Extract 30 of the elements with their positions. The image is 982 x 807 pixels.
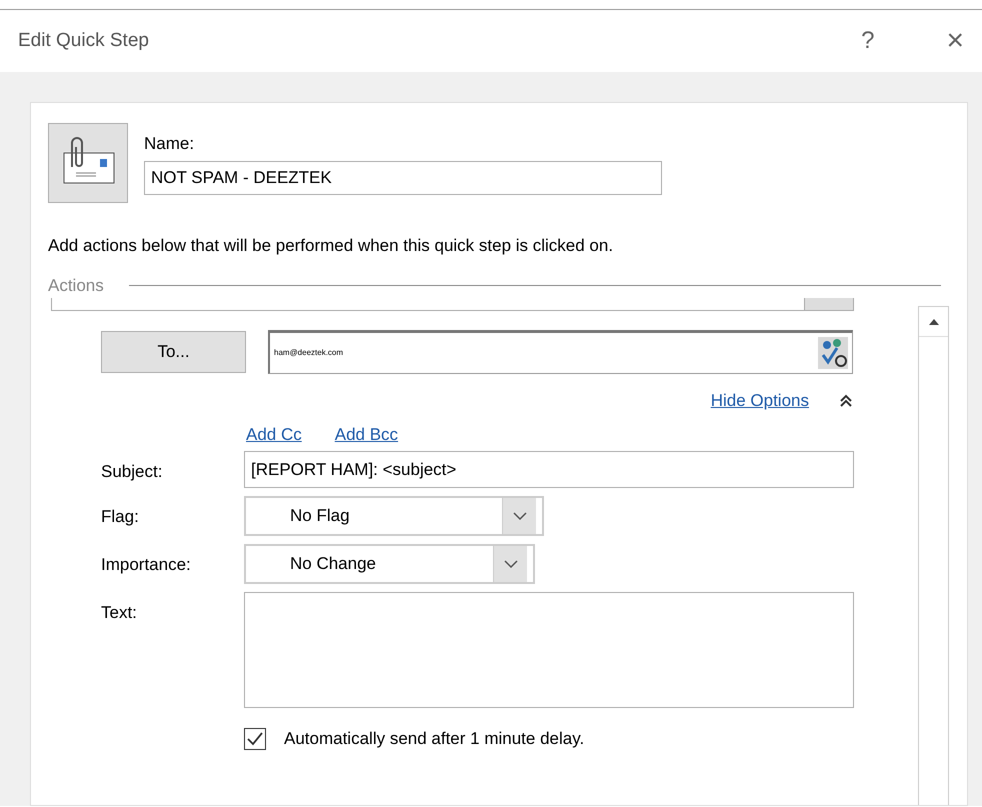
dropdown-field[interactable]: No Flag [244,496,544,536]
subject-field[interactable]: [REPORT HAM]: <subject> [244,451,854,488]
dropdown-value: No Change [290,553,376,576]
to-button[interactable]: To... [101,331,246,373]
dropdown-field[interactable]: No Change [244,544,535,584]
checkbox[interactable] [244,728,266,750]
checkbox-label: Automatically send after 1 minute delay. [284,728,584,750]
recipient-text: ham@deeztek.com [274,347,344,359]
dropdown-field[interactable] [51,298,854,311]
name-field[interactable]: NOT SPAM - DEEZTEK [144,160,662,194]
window-title: Edit Quick Step [18,28,149,53]
collapse-icon[interactable] [839,394,853,408]
field-label: Text: [101,602,138,624]
address-book-icon[interactable] [818,337,848,369]
name-label: Name: [144,133,196,155]
dropdown-value: No Flag [290,505,350,528]
help-button[interactable]: ? [861,29,874,53]
add-cc-link[interactable]: Add Cc [246,422,302,447]
close-button[interactable]: × [946,26,964,56]
instruction-text: Add actions below that will be performed when this quick step is clicked on. [48,235,614,257]
field-label: Importance: [101,554,192,576]
field-label: Flag: [101,506,140,528]
add-bcc-link[interactable]: Add Bcc [334,422,398,447]
field-label: Subject: [101,461,164,483]
quick-step-icon[interactable] [48,123,128,203]
actions-label: Actions [48,274,104,296]
recipient-field[interactable]: ham@deeztek.com [268,330,853,374]
triangle-up-icon [928,318,940,326]
hide-options-link[interactable]: Hide Options [710,388,809,414]
scrollbar[interactable] [918,306,949,805]
